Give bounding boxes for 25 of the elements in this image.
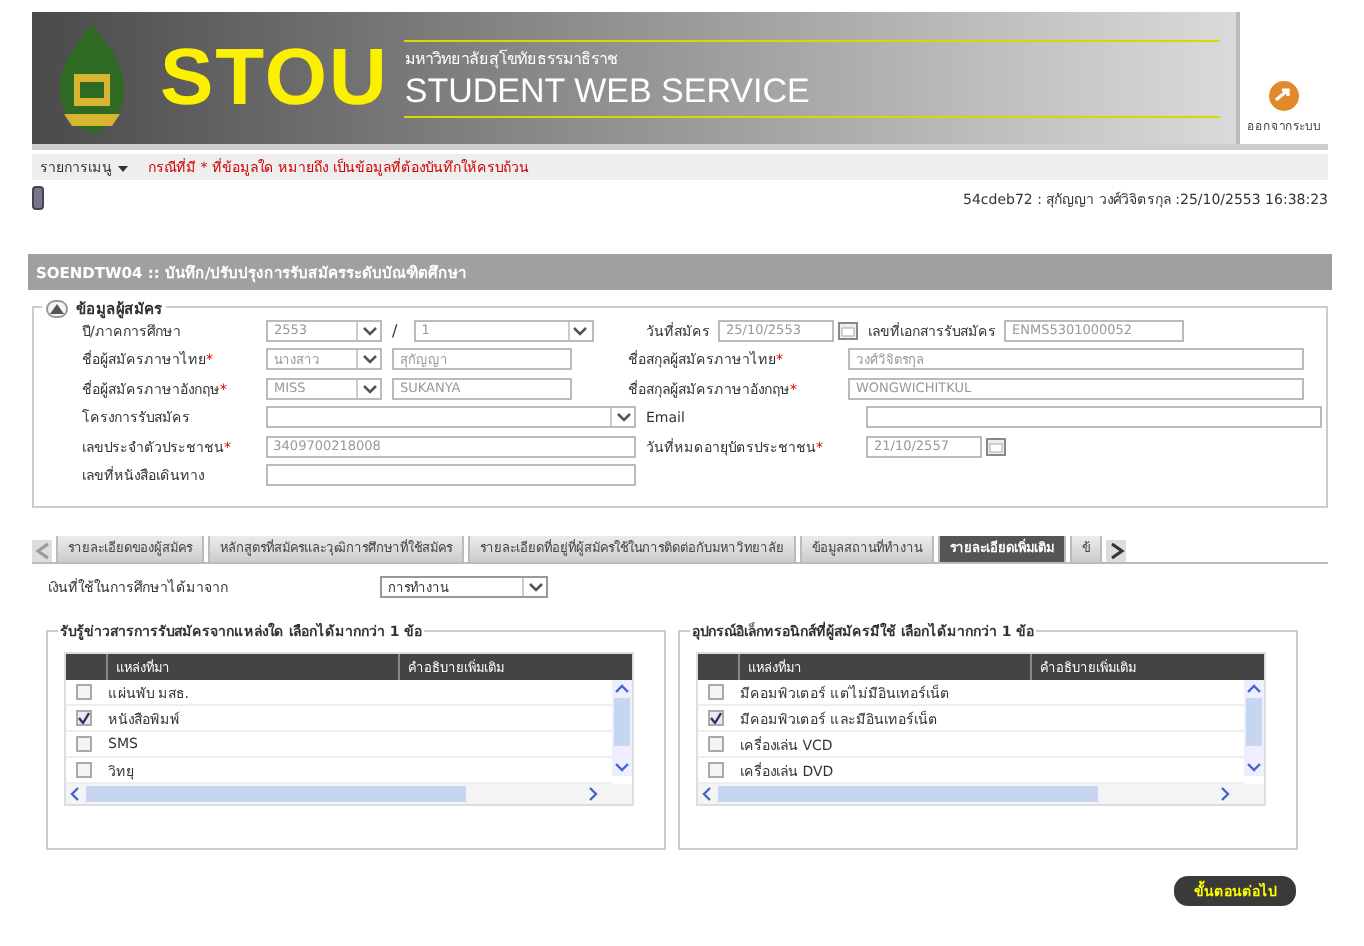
scrollbar (612, 680, 632, 776)
university-name: มหาวิทยาลัยสุโขทัยธรรมาธิราช (404, 47, 619, 71)
scroll-left-button[interactable] (32, 540, 52, 562)
input-field[interactable] (866, 406, 1322, 429)
select-field[interactable] (265, 406, 636, 429)
handle-icon[interactable] (32, 186, 44, 210)
scroll-right-button[interactable] (1106, 540, 1126, 562)
calendar-icon[interactable] (986, 437, 1006, 456)
checkbox[interactable] (76, 762, 92, 778)
scrollbar (1244, 680, 1264, 776)
exit-icon (1268, 80, 1300, 112)
checkbox[interactable] (708, 736, 724, 752)
service-title: STUDENT WEB SERVICE (404, 71, 812, 111)
checkbox[interactable] (76, 736, 92, 752)
input-field[interactable] (265, 464, 636, 487)
calendar-icon[interactable] (838, 321, 858, 340)
checkbox[interactable] (76, 684, 92, 700)
separator-text: / (392, 321, 398, 340)
checkbox[interactable] (708, 684, 724, 700)
checkbox[interactable] (76, 710, 92, 726)
checkbox[interactable] (708, 710, 724, 726)
brand-logo: STOU (160, 33, 389, 123)
collapse-toggle[interactable] (46, 299, 68, 317)
checkbox[interactable] (708, 762, 724, 778)
caret-icon (118, 166, 128, 172)
